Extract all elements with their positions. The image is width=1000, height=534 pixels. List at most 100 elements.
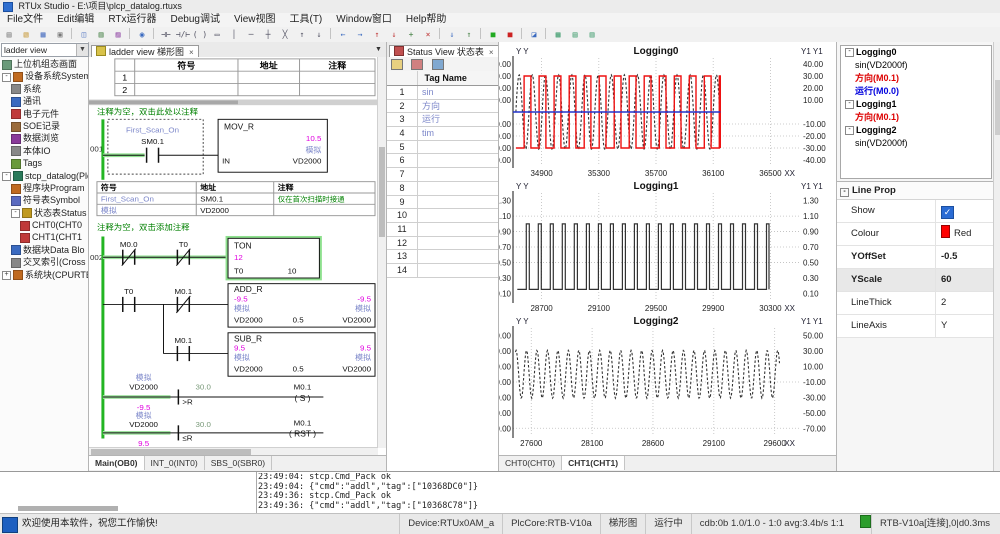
pane-selector-combo[interactable]: ladder view ▼ [1,43,89,57]
scrollbar-thumb[interactable] [379,147,385,237]
sidebar-item[interactable]: 数据块Data Blo [0,244,88,256]
status-table-row[interactable]: 10 [387,209,499,223]
logging-tree-item[interactable]: sin(VD2000f) [841,137,991,150]
logging-tree-item[interactable]: 方向(M0.1) [841,72,991,85]
compare-gt-contact[interactable]: 模拟 VD2000 30.0 >R -9.5 [129,372,211,412]
move-up-icon[interactable]: ↑ [369,28,385,41]
line-prop-row-yoffset[interactable]: YOffSet-0.5 [837,246,994,269]
status-table-icon[interactable]: ▦ [550,28,566,41]
print-icon[interactable]: ▣ [52,28,68,41]
sidebar-item[interactable]: 交叉索引(Cross [0,256,88,268]
collapse-icon[interactable]: - [845,48,854,57]
coil-reset-m0-1[interactable]: M0.1 ( RST ) [289,419,316,439]
property-value[interactable]: -0.5 [935,246,957,268]
collapse-icon[interactable]: - [845,126,854,135]
open-file-icon[interactable]: ▧ [18,28,34,41]
append-row-icon[interactable]: ↓ [311,28,327,41]
contact-m0-0-nc[interactable]: M0.0 [120,240,138,266]
right-scrollbar[interactable] [993,42,1000,471]
sidebar-item[interactable]: -stcp_datalog(PlcC [0,170,88,182]
property-value[interactable]: ✓ [935,200,954,222]
collapse-icon[interactable]: - [2,73,11,82]
status-table-row[interactable]: 11 [387,223,499,237]
function-box-icon[interactable]: ▭ [209,28,225,41]
coil-set-m0-1[interactable]: M0.1 ( S ) [294,383,312,403]
sidebar-item[interactable]: 通讯 [0,95,88,107]
sidebar-item[interactable]: -状态表Status Ch [0,207,88,219]
ladder-network-2[interactable]: 注释为空，双击添加注释 002 M0.0 T0 [90,222,375,448]
collapse-icon[interactable]: - [845,100,854,109]
line-prop-row-lineaxis[interactable]: LineAxisY [837,315,994,338]
sidebar-item[interactable]: 上位机组态画面 [0,58,88,70]
tab-sbs0sbr0[interactable]: SBS_0(SBR0) [205,456,272,470]
sidebar-item[interactable]: -设备系统System 属 [0,70,88,82]
log-lines[interactable]: 23:49:04: stcp.Cmd_Pack ok23:49:04: {"cm… [258,473,992,514]
add-block[interactable]: ADD_R -9.5 模拟 VD2000 0.5 -9.5 模拟 VD2000 [228,284,375,327]
horizontal-scrollbar[interactable] [18,506,118,511]
contact-nc-icon[interactable]: ⊣/⊢ [175,28,191,41]
contact-m0-1-no[interactable]: M0.1 [175,336,193,361]
stop-plc-icon[interactable]: ■ [502,28,518,41]
save-icon[interactable]: ▦ [35,28,51,41]
branch-icon[interactable]: ┼ [260,28,276,41]
logging-tree-item[interactable]: -Logging1 [841,98,991,111]
run-plc-icon[interactable]: ■ [485,28,501,41]
status-table-row[interactable]: 12 [387,237,499,251]
line-prop-row-colour[interactable]: ColourRed [837,223,994,246]
logging-tree-item[interactable]: 方向(M0.1) [841,111,991,124]
sidebar-item[interactable]: 程序块Program [0,182,88,194]
chart-logging2[interactable]: Logging2Y YY1 Y1XX50.0050.0030.0030.0010… [499,315,837,450]
write-value-icon[interactable] [391,59,403,70]
compare-le-contact[interactable]: 模拟 VD2000 30.0 ≤R 9.5 [129,410,211,448]
sidebar-item[interactable]: 电子元件 [0,108,88,120]
expand-icon[interactable]: + [2,271,11,280]
collapse-icon[interactable]: - [2,172,11,181]
close-icon[interactable]: × [489,48,494,57]
menu-edit[interactable]: Edit编辑 [50,13,101,27]
show-checkbox[interactable]: ✓ [941,206,954,219]
close-icon[interactable]: × [189,48,194,57]
contact-first-scan-on[interactable]: First_Scan_On SM0.1 [126,126,179,163]
add-element-icon[interactable]: + [403,28,419,41]
download-plc-icon[interactable]: ⇓ [444,28,460,41]
tab-mainob0[interactable]: Main(OB0) [89,456,145,470]
vertical-scrollbar[interactable] [377,57,386,448]
project-view-icon[interactable]: ▥ [93,28,109,41]
chart-logging1[interactable]: Logging1Y YY1 Y1XX1.301.301.101.100.900.… [499,180,837,315]
new-file-icon[interactable]: ▤ [1,28,17,41]
collapse-icon[interactable]: - [840,188,849,197]
contact-t0-nc[interactable]: T0 [176,240,190,266]
horizontal-line-icon[interactable]: ─ [243,28,259,41]
tab-cht0cht0[interactable]: CHT0(CHT0) [499,456,562,470]
tag-name-cell[interactable]: tim [418,127,434,140]
watch-table-icon[interactable]: ▥ [584,28,600,41]
status-table-row[interactable]: 13 [387,250,499,264]
network2-comment[interactable]: 注释为空，双击添加注释 [97,222,190,232]
property-value[interactable]: 60 [935,269,952,291]
menu-view[interactable]: View视图 [227,13,283,27]
compile-icon[interactable]: ▨ [110,28,126,41]
status-table-row[interactable]: 5 [387,141,499,155]
sidebar-item[interactable]: Tags [0,157,88,169]
network1-comment[interactable]: 注释为空，双击此处以注释 [97,107,199,117]
status-table-row[interactable]: 4tim [387,127,499,141]
ladder-canvas[interactable]: 符号 地址 注释 1 2 注释为空，双击此处以注释 001 [89,57,386,456]
status-table-row[interactable]: 8 [387,182,499,196]
line-prop-header[interactable]: -Line Prop [837,182,994,200]
logging-tree-item[interactable]: 运行(M0.0) [841,85,991,98]
insert-row-icon[interactable]: ↑ [294,28,310,41]
go-forward-icon[interactable]: → [352,28,368,41]
chart-monitor-icon[interactable]: ◪ [526,28,542,41]
sidebar-item[interactable]: CHT1(CHT1 [0,231,88,243]
upload-plc-icon[interactable]: ⇑ [461,28,477,41]
logging-tree-item[interactable]: sin(VD2000f) [841,59,991,72]
status-table-row[interactable]: 7 [387,168,499,182]
logging-tree-item[interactable]: -Logging0 [841,46,991,59]
delete-line-icon[interactable]: ╳ [277,28,293,41]
monitor-refresh-icon[interactable]: ◉ [134,28,150,41]
line-prop-row-show[interactable]: Show✓ [837,200,994,223]
line-prop-row-yscale[interactable]: YScale60 [837,269,994,292]
split-window-icon[interactable]: ◫ [76,28,92,41]
tab-cht1cht1[interactable]: CHT1(CHT1) [562,456,625,470]
property-value[interactable]: Y [935,315,947,337]
